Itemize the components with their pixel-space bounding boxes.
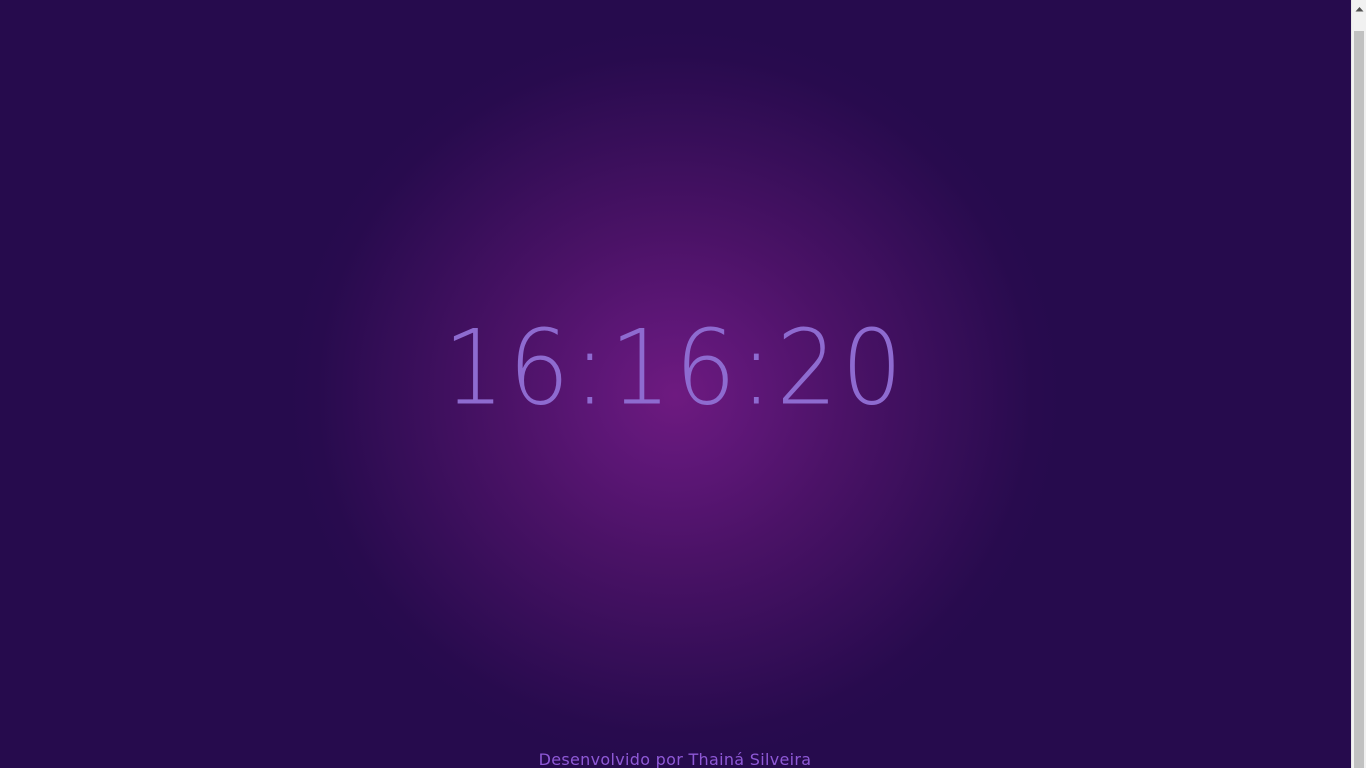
chevron-up-icon: [1355, 6, 1364, 11]
scroll-up-button[interactable]: [1352, 0, 1366, 17]
page-viewport: 16:16:20 Desenvolvido por Thainá Silveir…: [0, 0, 1351, 768]
vertical-scrollbar[interactable]: [1351, 0, 1366, 768]
digital-clock: 16:16:20: [443, 307, 907, 429]
developer-credit: Desenvolvido por Thainá Silveira: [538, 750, 812, 768]
scrollbar-thumb[interactable]: [1354, 31, 1364, 768]
